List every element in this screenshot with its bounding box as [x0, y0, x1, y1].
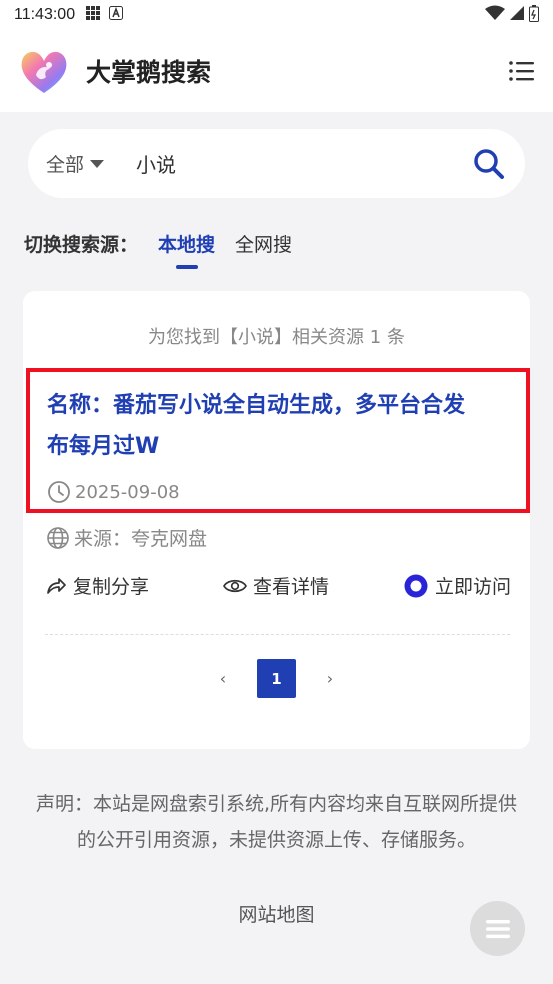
globe-icon: [47, 526, 69, 549]
result-item-highlight: 名称：番茄写小说全自动生成，多平台合发 布每月过W 2025-09-08: [26, 368, 530, 513]
menu-lines-icon: [485, 919, 510, 938]
result-title-link[interactable]: 名称：番茄写小说全自动生成，多平台合发 布每月过W: [47, 385, 522, 467]
view-details-button[interactable]: 查看详情: [223, 572, 329, 599]
status-time: 11:43:00: [14, 6, 76, 23]
scope-dropdown[interactable]: 全部: [46, 150, 105, 177]
result-count-text: 为您找到【小说】相关资源 1 条: [148, 327, 405, 348]
grid-notification-icon: [85, 5, 101, 25]
source-switch-label: 切换搜索源：: [24, 234, 139, 256]
menu-button[interactable]: [507, 56, 537, 86]
scope-label: 全部: [46, 154, 85, 176]
result-date: 2025-09-08: [47, 480, 180, 504]
app-notification-icon: [109, 6, 124, 24]
search-bar: 全部: [28, 129, 525, 198]
search-button[interactable]: [471, 146, 507, 182]
share-icon: [47, 577, 66, 594]
results-card: 为您找到【小说】相关资源 1 条 名称：番茄写小说全自动生成，多平台合发 布每月…: [23, 291, 530, 749]
result-title-line2: 布每月过W: [47, 434, 160, 459]
wifi-icon: [485, 5, 505, 25]
card-divider: [45, 634, 510, 635]
hamburger-menu-icon: [509, 61, 534, 81]
tab-web-search[interactable]: 全网搜: [235, 230, 292, 257]
result-source: 来源：夸克网盘: [46, 524, 207, 551]
result-title-line1: 名称：番茄写小说全自动生成，多平台合发: [47, 393, 466, 418]
result-source-text: 来源：夸克网盘: [74, 528, 208, 550]
battery-icon: [529, 4, 539, 26]
swan-logo-icon: [16, 43, 72, 99]
tab-local-search[interactable]: 本地搜: [158, 230, 215, 257]
app-header: 大掌鹅搜索: [0, 30, 553, 112]
visit-now-button[interactable]: 立即访问: [403, 572, 511, 599]
copy-share-label: 复制分享: [73, 576, 150, 598]
app-title: 大掌鹅搜索: [86, 58, 212, 87]
signal-icon: [509, 5, 525, 25]
pagination: ‹ 1 ›: [23, 659, 530, 698]
prev-page-button[interactable]: ‹: [217, 669, 229, 688]
visit-icon: [404, 574, 428, 597]
search-input[interactable]: [136, 151, 437, 176]
floating-menu-button[interactable]: [470, 901, 525, 956]
source-switch: 切换搜索源： 本地搜 全网搜: [24, 230, 292, 257]
search-icon: [474, 148, 504, 179]
result-actions: 复制分享 查看详情 立即访问: [45, 572, 511, 599]
caret-down-icon: [90, 159, 105, 168]
visit-now-label: 立即访问: [434, 576, 511, 598]
eye-icon: [223, 579, 247, 592]
clock-icon: [48, 481, 70, 503]
copy-share-button[interactable]: 复制分享: [45, 572, 149, 599]
result-date-text: 2025-09-08: [75, 481, 180, 503]
next-page-button[interactable]: ›: [324, 669, 336, 688]
page-number-current[interactable]: 1: [257, 659, 296, 698]
view-details-label: 查看详情: [252, 576, 329, 598]
disclaimer-text: 声明：本站是网盘索引系统,所有内容均来自互联网所提供的公开引用资源，未提供资源上…: [35, 793, 518, 851]
status-bar: 11:43:00: [0, 0, 553, 30]
